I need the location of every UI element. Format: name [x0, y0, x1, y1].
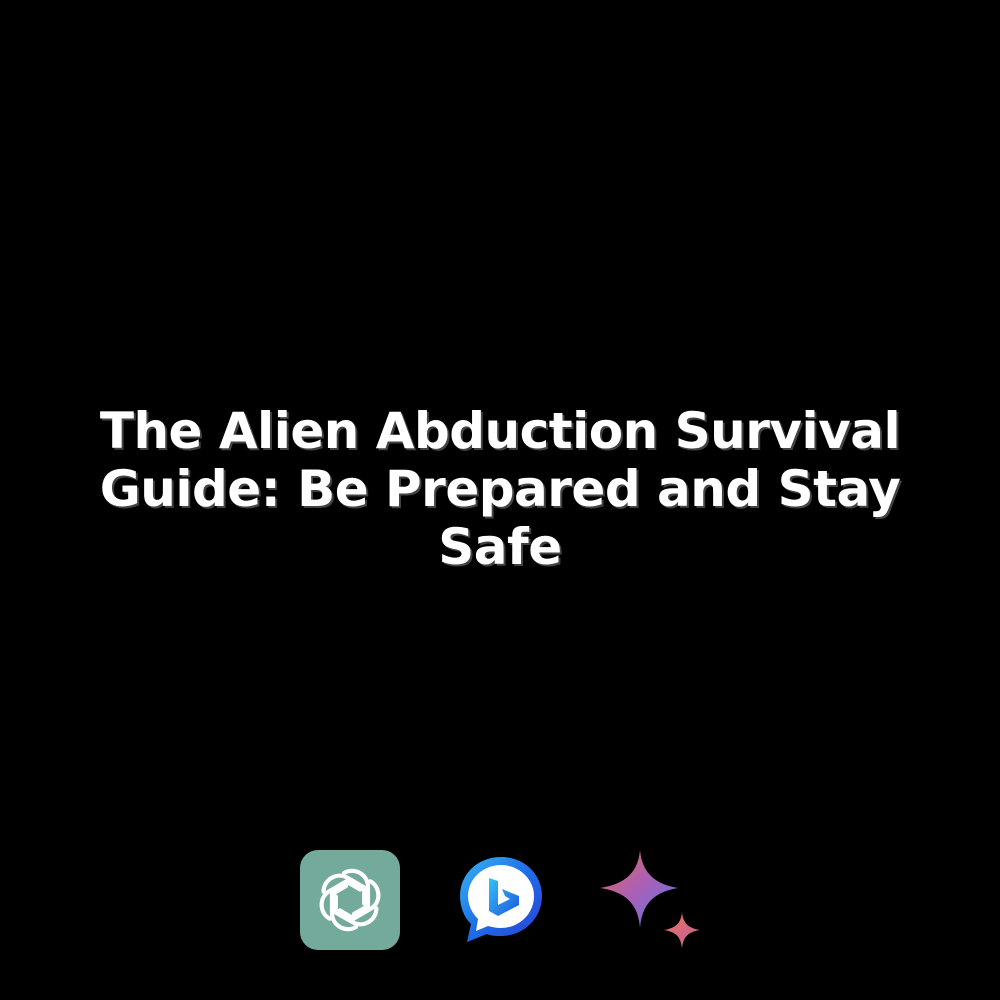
openai-chatgpt-logo-icon: [300, 850, 400, 950]
bing-chat-logo-icon: [455, 850, 555, 950]
ai-logo-row: [300, 850, 700, 950]
gemini-sparkle-logo-icon: [598, 850, 700, 950]
page-title: The Alien Abduction Survival Guide: Be P…: [99, 402, 901, 576]
page-canvas: The Alien Abduction Survival Guide: Be P…: [0, 0, 1000, 1000]
